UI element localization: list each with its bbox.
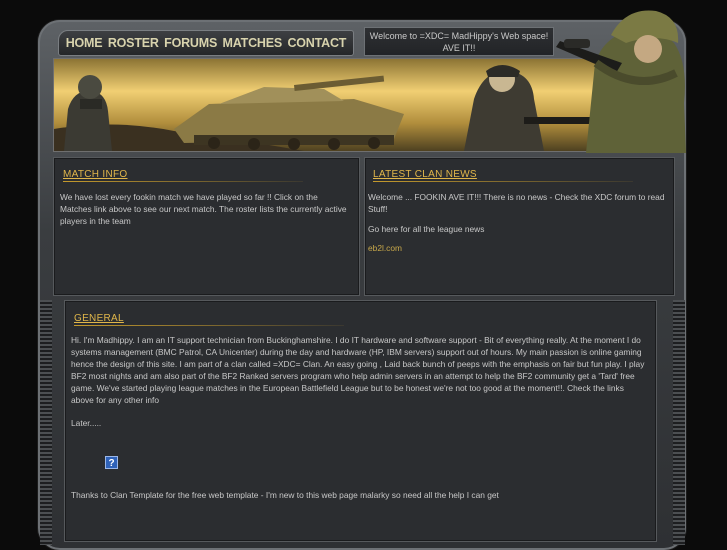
general-underline — [74, 325, 344, 326]
welcome-line-2: AVE IT!! — [442, 43, 476, 53]
match-info-title: MATCH INFO — [63, 169, 128, 180]
latest-news-underline — [373, 181, 633, 182]
eb2l-link[interactable]: eb2l.com — [368, 242, 402, 254]
sniper-soldier-image — [556, 10, 686, 153]
welcome-line-1: Welcome to =XDC= MadHippy's Web space! — [369, 31, 549, 41]
league-news-text: Go here for all the league news — [368, 224, 485, 234]
right-grip-decoration — [673, 300, 685, 545]
general-thanks-text: Thanks to Clan Template for the free web… — [71, 490, 499, 500]
match-info-panel: MATCH INFO We have lost every fookin mat… — [53, 157, 360, 296]
left-grip-decoration — [40, 300, 52, 545]
nav-matches[interactable]: MATCHES — [223, 36, 283, 50]
latest-news-title: LATEST CLAN NEWS — [373, 169, 477, 180]
match-info-text: We have lost every fookin match we have … — [60, 192, 347, 226]
broken-image-icon: ? — [105, 456, 118, 469]
general-intro-text: Hi. I'm Madhippy. I am an IT support tec… — [71, 335, 645, 405]
nav-roster[interactable]: ROSTER — [108, 36, 159, 50]
match-info-underline — [63, 181, 303, 182]
latest-news-text: Welcome ... FOOKIN AVE IT!!! There is no… — [368, 192, 665, 214]
nav-home[interactable]: HOME — [66, 36, 103, 50]
welcome-box: Welcome to =XDC= MadHippy's Web space! A… — [364, 27, 554, 56]
general-later-text: Later..... — [71, 418, 102, 428]
latest-news-panel: LATEST CLAN NEWS Welcome ... FOOKIN AVE … — [364, 157, 675, 296]
main-nav: HOME ROSTER FORUMS MATCHES CONTACT — [58, 30, 354, 56]
general-title: GENERAL — [74, 313, 124, 324]
nav-contact[interactable]: CONTACT — [287, 36, 346, 50]
general-panel: GENERAL Hi. I'm Madhippy. I am an IT sup… — [64, 300, 657, 542]
nav-forums[interactable]: FORUMS — [164, 36, 217, 50]
